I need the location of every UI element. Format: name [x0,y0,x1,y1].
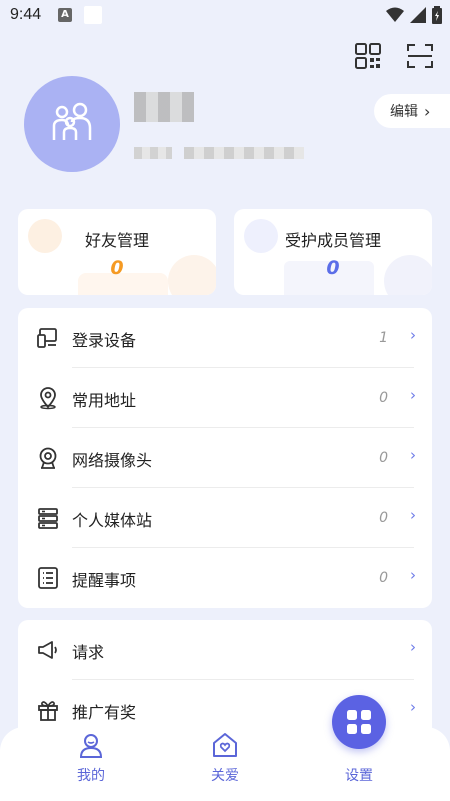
notification-a-icon: A [58,8,72,22]
menu-count: 0 [379,510,388,526]
heart-house-icon [213,733,237,757]
guarded-members-card[interactable]: 受护成员管理 0 [234,209,432,295]
avatar[interactable] [24,76,120,172]
chevron-right-icon: › [410,386,416,404]
tab-label: 设置 [345,768,373,784]
tab-care[interactable]: 关爱 [150,727,300,801]
chevron-right-icon: › [410,326,416,344]
primary-menu: 登录设备 1 › 常用地址 0 › 网络摄像头 0 › 个人媒体站 0 › 提醒… [18,308,432,608]
menu-label: 常用地址 [72,391,137,410]
menu-label: 登录设备 [72,331,137,350]
menu-item-request[interactable]: 请求 › [18,620,432,680]
system-icons [386,6,442,24]
menu-label: 请求 [72,643,105,662]
megaphone-icon [38,641,57,659]
menu-label: 提醒事项 [72,571,137,590]
grid-icon [347,710,371,734]
menu-count: 1 [379,330,388,346]
list-icon [38,567,58,589]
edit-profile-button[interactable]: 编辑 › [374,94,450,128]
status-time: 9:44 [10,6,42,23]
user-icon [79,734,103,758]
battery-icon [432,6,442,24]
chevron-right-icon: › [424,101,431,121]
wifi-icon [386,7,404,22]
menu-label: 推广有奖 [72,703,137,722]
status-bar: 9:44 A [0,0,450,32]
header-actions [354,42,434,70]
settings-fab[interactable] [332,695,386,749]
chevron-right-icon: › [410,638,416,656]
scan-icon[interactable] [406,42,434,70]
menu-item-reminders[interactable]: 提醒事项 0 › [18,548,432,608]
menu-count: 0 [379,570,388,586]
friends-management-card[interactable]: 好友管理 0 [18,209,216,295]
profile-name-redacted [134,92,194,122]
friends-count: 0 [110,257,124,279]
qr-code-icon[interactable] [354,42,382,70]
chevron-right-icon: › [410,446,416,464]
chevron-right-icon: › [410,506,416,524]
menu-item-common-address[interactable]: 常用地址 0 › [18,368,432,428]
server-icon [38,508,58,529]
guarded-members-count: 0 [326,257,340,279]
tab-label: 关爱 [211,768,239,784]
edit-label: 编辑 [390,104,418,120]
bottom-tab-bar: 我的 关爱 设置 [0,727,450,801]
gift-icon [38,701,58,721]
family-icon [52,102,92,140]
guarded-members-label: 受护成员管理 [284,231,381,250]
profile-phone-redacted [184,147,304,159]
friends-management-label: 好友管理 [84,231,149,250]
menu-item-webcam[interactable]: 网络摄像头 0 › [18,428,432,488]
menu-count: 0 [379,450,388,466]
chevron-right-icon: › [410,698,416,716]
profile-id-redacted [134,147,172,159]
devices-icon [37,328,57,348]
location-pin-icon [40,387,56,410]
tab-mine[interactable]: 我的 [16,727,166,801]
signal-icon [410,7,426,23]
notification-square-icon [84,6,102,24]
tab-label: 我的 [77,768,105,784]
menu-item-login-devices[interactable]: 登录设备 1 › [18,308,432,368]
chevron-right-icon: › [410,566,416,584]
menu-label: 个人媒体站 [72,511,153,530]
menu-label: 网络摄像头 [72,451,153,470]
menu-item-media-station[interactable]: 个人媒体站 0 › [18,488,432,548]
menu-count: 0 [379,390,388,406]
webcam-icon [39,447,57,469]
